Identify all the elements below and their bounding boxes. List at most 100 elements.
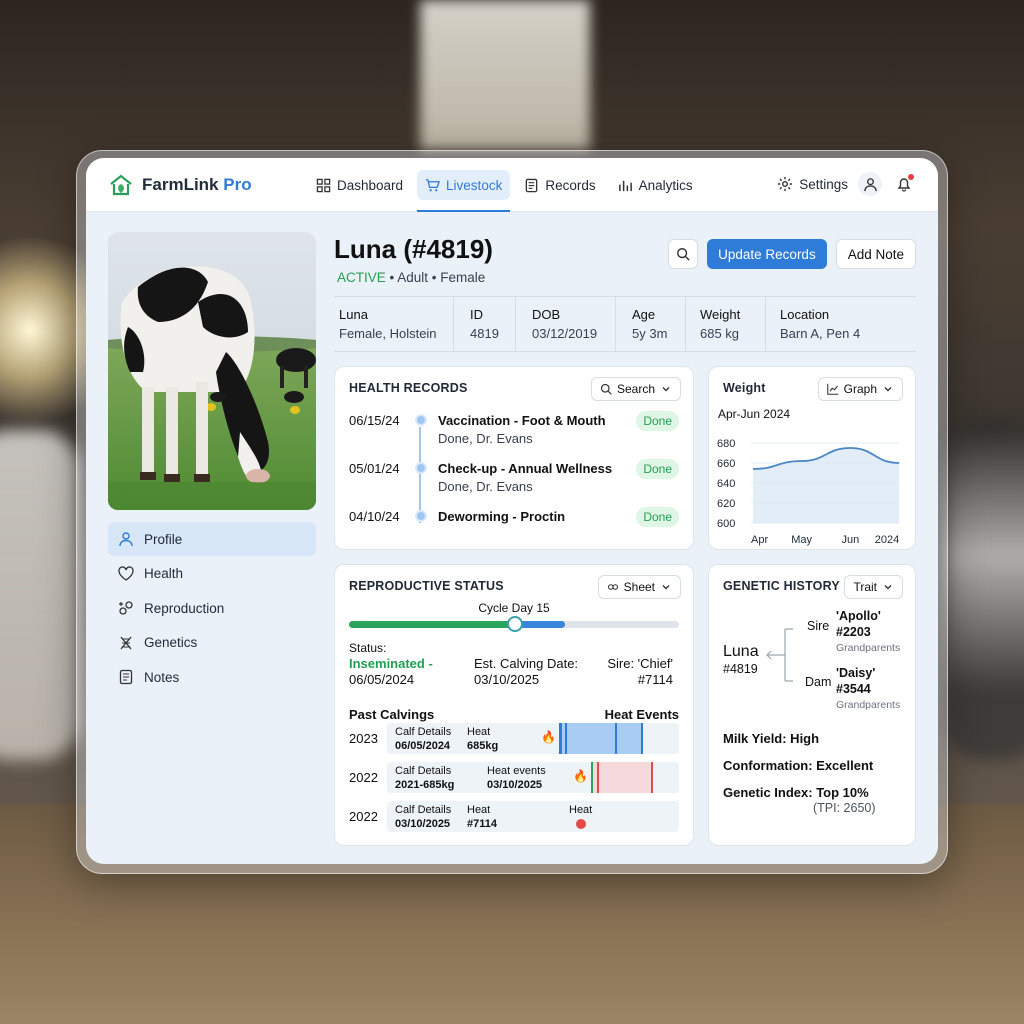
nav-analytics[interactable]: Analytics — [610, 170, 701, 200]
animal-info-strip: Luna Female, Holstein ID 4819 DOB 03/12/201… — [334, 296, 916, 352]
status-badge: ACTIVE — [337, 270, 386, 285]
record-title: Check-up - Annual Wellness — [438, 461, 613, 476]
cycle-day-label: Cycle Day 15 — [478, 601, 550, 615]
sidebar-item-genetics[interactable]: Genetics — [108, 626, 316, 660]
heat-label: Heat — [467, 726, 491, 738]
heat-window — [559, 723, 643, 754]
info-breed: Luna Female, Holstein — [334, 297, 454, 351]
repro-title: REPRODUCTIVE STATUS — [349, 579, 504, 593]
done-badge: Done — [636, 459, 679, 479]
record-date: 06/15/24 — [349, 413, 400, 428]
nav-label: Records — [545, 177, 596, 193]
x-tick-label: Apr — [751, 534, 768, 546]
calving-label: Est. Calving Date: — [474, 656, 579, 671]
nav-label: Dashboard — [337, 177, 404, 193]
nav-label: Analytics — [638, 177, 693, 193]
heat-label: Heat — [467, 804, 491, 816]
sidebar-item-label: Health — [144, 566, 184, 581]
chevron-down-icon — [884, 387, 892, 392]
cow-photo — [108, 232, 316, 510]
animal-subtitle: ACTIVE • Adult • Female — [337, 270, 485, 285]
notifications-button[interactable] — [892, 172, 916, 196]
calving-detail-box: Calf Details 03/10/2025 Heat #7114 Heat — [387, 801, 679, 832]
genetic-index: Genetic Index: Top 10% — [723, 785, 869, 800]
animal-id: #4819 — [723, 662, 758, 676]
heat-marker — [615, 723, 617, 754]
animal-name: Luna — [723, 643, 759, 660]
weight-card: Weight Graph Apr-Jun 2024 600 620 640 660 68… — [708, 366, 916, 550]
info-key: Weight — [700, 307, 741, 322]
info-key: Luna — [339, 307, 368, 322]
health-search-button[interactable]: Search — [590, 377, 681, 401]
calving-detail-box: Calf Details 06/05/2024 Heat 685kg 🔥 — [387, 723, 679, 754]
tpi-value: (TPI: 2650) — [813, 801, 876, 815]
sidebar-item-label: Profile — [144, 531, 183, 547]
sidebar-item-notes[interactable]: Notes — [108, 660, 316, 694]
record-date: 04/10/24 — [349, 509, 400, 524]
timeline-dot — [415, 462, 427, 474]
dna-icon — [120, 636, 132, 649]
trait-label: Trait — [853, 580, 877, 594]
flame-icon: 🔥 — [541, 730, 556, 744]
add-note-button[interactable]: Add Note — [835, 239, 916, 269]
heat-marker — [641, 723, 643, 754]
nav-livestock[interactable]: Livestock — [417, 170, 511, 212]
dam-grandparents[interactable]: Grandparents — [836, 699, 900, 711]
top-bar: FarmLink Pro Dashboard Livestock Records… — [86, 158, 938, 212]
calving-row[interactable]: 2022 Calf Details 03/10/2025 Heat #7114 … — [349, 801, 679, 832]
farm-logo-icon — [110, 174, 132, 196]
weight-graph-dropdown[interactable]: Graph — [817, 377, 903, 401]
status-label: Status: — [349, 641, 387, 655]
heart-icon — [118, 565, 134, 581]
weight-chart: 600 620 640 660 680 Apr May Jun 2024 — [717, 438, 899, 546]
health-records-title: HEALTH RECORDS — [349, 381, 468, 395]
user-icon — [863, 177, 877, 191]
sire-label: Sire: 'Chief' — [607, 656, 673, 671]
sidebar-item-health[interactable]: Health — [108, 557, 316, 591]
heat-value: 03/10/2025 — [487, 779, 543, 791]
dam-label: Dam — [805, 675, 832, 689]
timeline-dot — [415, 414, 427, 426]
update-records-button[interactable]: Update Records — [707, 239, 827, 269]
past-calvings-heading: Past Calvings — [349, 707, 435, 722]
genetic-trait-dropdown[interactable]: Trait — [844, 575, 903, 599]
sidebar-item-profile[interactable]: Profile — [108, 522, 316, 556]
calf-details-label: Calf Details — [395, 765, 452, 777]
info-weight: Weight 685 kg — [686, 297, 766, 351]
sidebar-item-label: Genetics — [144, 635, 198, 650]
sire-grandparents[interactable]: Grandparents — [836, 642, 900, 654]
brand-name: FarmLink Pro — [142, 175, 252, 194]
cycle-marker[interactable] — [507, 616, 523, 632]
settings-button[interactable]: Settings — [777, 176, 848, 192]
search-button[interactable] — [668, 239, 699, 269]
chevron-down-icon — [662, 585, 670, 590]
calving-row[interactable]: 2023 Calf Details 06/05/2024 Heat 685kg … — [349, 723, 679, 754]
cycle-progress-bar — [349, 616, 679, 632]
dam-name: 'Daisy' — [836, 666, 876, 680]
nav-records[interactable]: Records — [516, 170, 603, 200]
cycle-progress-fill — [349, 621, 515, 628]
bar-chart-icon — [618, 180, 632, 191]
sidebar-item-reproduction[interactable]: Reproduction — [108, 591, 316, 625]
timeline-dot — [415, 510, 427, 522]
sheet-label: Sheet — [623, 580, 655, 594]
sire-id: #7114 — [637, 672, 673, 687]
link-icon — [607, 584, 618, 590]
x-tick-label: Jun — [841, 534, 859, 546]
heat-marker — [565, 723, 567, 754]
nav-dashboard[interactable]: Dashboard — [308, 170, 411, 200]
repro-sheet-dropdown[interactable]: Sheet — [597, 575, 681, 599]
heat-dot — [576, 819, 586, 829]
profile-avatar-button[interactable] — [858, 172, 882, 196]
cow-illustration — [108, 232, 316, 510]
notes-icon — [119, 669, 133, 685]
done-badge: Done — [636, 507, 679, 527]
info-dob: DOB 03/12/2019 — [516, 297, 616, 351]
status-date: 06/05/2024 — [349, 672, 415, 687]
info-age: Age 5y 3m — [616, 297, 686, 351]
dam-id: #3544 — [836, 682, 871, 696]
calving-row[interactable]: 2022 Calf Details 2021-685kg Heat events… — [349, 762, 679, 793]
record-title: Deworming - Proctin — [438, 509, 566, 524]
logo[interactable]: FarmLink Pro — [108, 172, 252, 198]
calving-year: 2022 — [349, 809, 378, 824]
